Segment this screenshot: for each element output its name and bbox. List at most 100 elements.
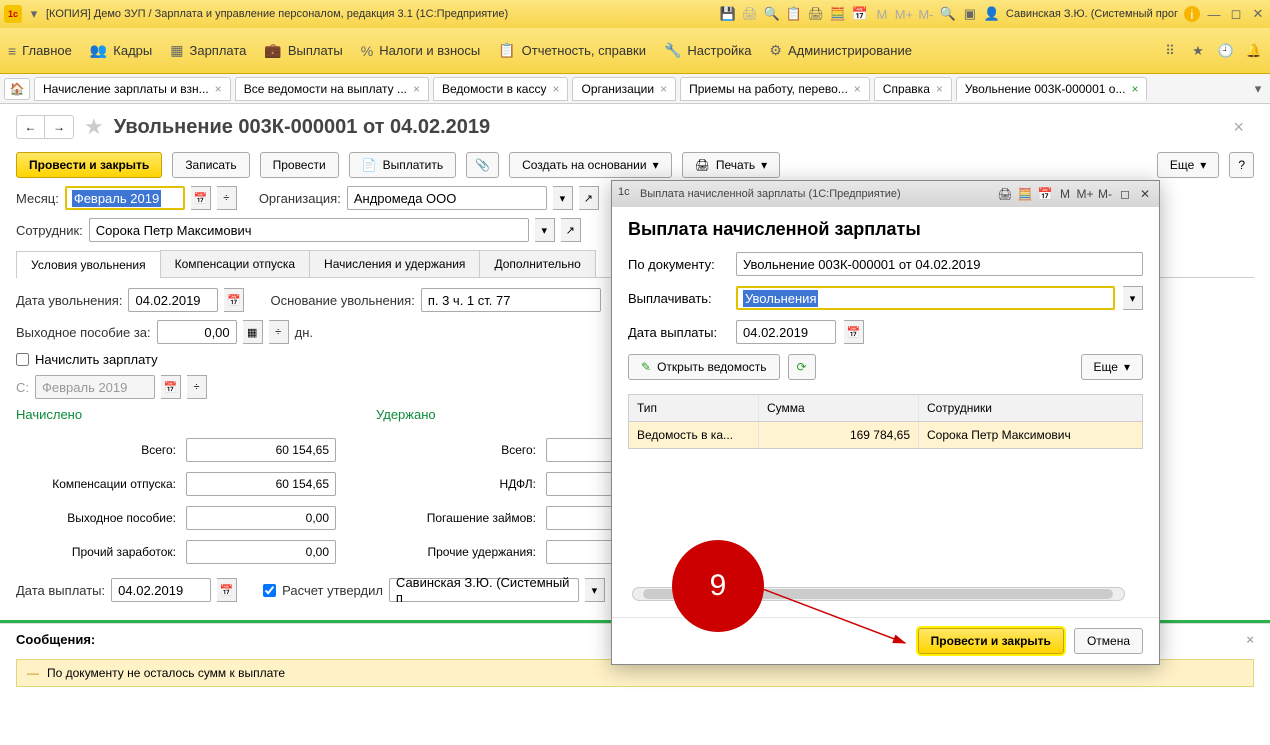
- sev-value[interactable]: 0,00: [186, 506, 336, 530]
- home-button[interactable]: 🏠: [4, 78, 30, 100]
- org-open-icon[interactable]: ↗: [579, 186, 599, 210]
- nav-admin[interactable]: ⚙Администрирование: [769, 42, 912, 59]
- nav-hr[interactable]: 👥Кадры: [90, 42, 152, 59]
- table-row[interactable]: Ведомость в ка... 169 784,65 Сорока Петр…: [629, 422, 1142, 448]
- close-icon[interactable]: ✕: [1250, 6, 1266, 22]
- messages-close-icon[interactable]: ×: [1246, 632, 1254, 647]
- dlg-mplus-icon[interactable]: M+: [1077, 186, 1093, 202]
- dlg-submit-button[interactable]: Провести и закрыть: [918, 628, 1064, 654]
- ftab-conditions[interactable]: Условия увольнения: [16, 251, 161, 278]
- tab-0[interactable]: Начисление зарплаты и взн...×: [34, 77, 231, 101]
- tab-close-icon[interactable]: ×: [936, 82, 943, 96]
- dlg-date-input[interactable]: 04.02.2019: [736, 320, 836, 344]
- pay-date-input[interactable]: 04.02.2019: [111, 578, 211, 602]
- dlg-calc-icon[interactable]: 🧮: [1017, 186, 1033, 202]
- nav-settings[interactable]: 🔧Настройка: [664, 42, 751, 59]
- preview-icon[interactable]: 🔍: [764, 6, 780, 22]
- dlg-restore-icon[interactable]: ◻: [1117, 186, 1133, 202]
- total-accrued[interactable]: 60 154,65: [186, 438, 336, 462]
- dlg-pay-input[interactable]: Увольнения: [736, 286, 1115, 310]
- severance-input[interactable]: 0,00: [157, 320, 237, 344]
- print-icon[interactable]: 🖨: [742, 6, 758, 22]
- copy-icon[interactable]: 📋: [786, 6, 802, 22]
- record-button[interactable]: Записать: [172, 152, 249, 178]
- tab-2[interactable]: Ведомости в кассу×: [433, 77, 568, 101]
- more-button[interactable]: Еще ▾: [1157, 152, 1219, 178]
- create-based-button[interactable]: Создать на основании ▾: [509, 152, 672, 178]
- severance-calc-icon[interactable]: ▦: [243, 320, 263, 344]
- tabs-menu-icon[interactable]: ▾: [1250, 81, 1266, 97]
- dlg-more-button[interactable]: Еще ▾: [1081, 354, 1143, 380]
- calc-salary-checkbox[interactable]: [16, 353, 29, 366]
- dlg-pay-dropdown-icon[interactable]: ▾: [1123, 286, 1143, 310]
- ftab-additional[interactable]: Дополнительно: [479, 250, 595, 277]
- nav-taxes[interactable]: %Налоги и взносы: [361, 43, 481, 59]
- ftab-compensation[interactable]: Компенсации отпуска: [160, 250, 310, 277]
- dlg-print-icon[interactable]: 🖨: [997, 186, 1013, 202]
- tab-3[interactable]: Организации×: [572, 77, 676, 101]
- severance-stepper[interactable]: ÷: [269, 320, 289, 344]
- tab-close-icon[interactable]: ×: [413, 82, 420, 96]
- pay-button[interactable]: 📄Выплатить: [349, 152, 456, 178]
- dlg-doc-input[interactable]: Увольнение 003К-000001 от 04.02.2019: [736, 252, 1143, 276]
- tab-5[interactable]: Справка×: [874, 77, 952, 101]
- menu-button[interactable]: ≡Главное: [8, 43, 72, 59]
- other-value[interactable]: 0,00: [186, 540, 336, 564]
- doc-close-icon[interactable]: ×: [1233, 117, 1254, 138]
- dlg-calendar-icon[interactable]: 📅: [1037, 186, 1053, 202]
- fire-date-input[interactable]: 04.02.2019: [128, 288, 218, 312]
- panel-icon[interactable]: ▣: [962, 6, 978, 22]
- apps-icon[interactable]: ⠿: [1162, 43, 1178, 59]
- month-stepper[interactable]: ÷: [217, 186, 237, 210]
- tab-close-icon[interactable]: ×: [1131, 82, 1138, 96]
- basis-input[interactable]: п. 3 ч. 1 ст. 77: [421, 288, 601, 312]
- nav-back-button[interactable]: ←: [17, 116, 45, 138]
- dlg-date-cal-icon[interactable]: [844, 320, 864, 344]
- tab-1[interactable]: Все ведомости на выплату ...×: [235, 77, 429, 101]
- pay-date-cal-icon[interactable]: [217, 578, 237, 602]
- favorite-icon[interactable]: ★: [84, 114, 104, 140]
- minimize-icon[interactable]: —: [1206, 6, 1222, 22]
- tab-close-icon[interactable]: ×: [215, 82, 222, 96]
- fire-date-cal-icon[interactable]: [224, 288, 244, 312]
- comp-value[interactable]: 60 154,65: [186, 472, 336, 496]
- m-icon[interactable]: M: [874, 6, 890, 22]
- dlg-m-icon[interactable]: M: [1057, 186, 1073, 202]
- print2-icon[interactable]: 🖨: [808, 6, 824, 22]
- dlg-cancel-button[interactable]: Отмена: [1074, 628, 1143, 654]
- help-button[interactable]: ?: [1229, 152, 1254, 178]
- emp-open-icon[interactable]: ↗: [561, 218, 581, 242]
- org-dropdown-icon[interactable]: ▾: [553, 186, 573, 210]
- star-icon[interactable]: ★: [1190, 43, 1206, 59]
- nav-payments[interactable]: 💼Выплаты: [264, 42, 342, 59]
- dlg-mminus-icon[interactable]: M-: [1097, 186, 1113, 202]
- post-button[interactable]: Провести: [260, 152, 339, 178]
- employee-input[interactable]: Сорока Петр Максимович: [89, 218, 529, 242]
- mminus-icon[interactable]: M-: [918, 6, 934, 22]
- emp-dropdown-icon[interactable]: ▾: [535, 218, 555, 242]
- dropdown-icon[interactable]: ▾: [26, 6, 42, 22]
- maximize-icon[interactable]: ◻: [1228, 6, 1244, 22]
- mplus-icon[interactable]: M+: [896, 6, 912, 22]
- history-icon[interactable]: 🕘: [1218, 43, 1234, 59]
- approved-checkbox[interactable]: [263, 584, 276, 597]
- save-icon[interactable]: 💾: [720, 6, 736, 22]
- attach-button[interactable]: 📎: [466, 152, 499, 178]
- tab-4[interactable]: Приемы на работу, перево...×: [680, 77, 870, 101]
- calc-icon[interactable]: 🧮: [830, 6, 846, 22]
- ftab-accruals[interactable]: Начисления и удержания: [309, 250, 480, 277]
- nav-salary[interactable]: ▦Зарплата: [170, 42, 246, 59]
- nav-forward-button[interactable]: →: [45, 116, 73, 138]
- post-and-close-button[interactable]: Провести и закрыть: [16, 152, 162, 178]
- print-button[interactable]: 🖨Печать ▾: [682, 152, 781, 178]
- bell-icon[interactable]: 🔔: [1246, 43, 1262, 59]
- dlg-close-icon[interactable]: ✕: [1137, 186, 1153, 202]
- approved-by-input[interactable]: Савинская З.Ю. (Системный п: [389, 578, 579, 602]
- nav-reports[interactable]: 📋Отчетность, справки: [498, 42, 646, 59]
- info-icon[interactable]: i: [1184, 6, 1200, 22]
- tab-close-icon[interactable]: ×: [660, 82, 667, 96]
- calendar-icon[interactable]: 📅: [852, 6, 868, 22]
- zoom-in-icon[interactable]: 🔍: [940, 6, 956, 22]
- tab-close-icon[interactable]: ×: [552, 82, 559, 96]
- month-input[interactable]: Февраль 2019: [65, 186, 185, 210]
